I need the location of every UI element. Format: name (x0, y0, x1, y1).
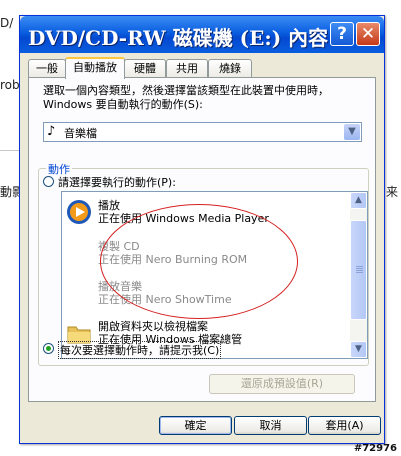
title-bar[interactable]: DVD/CD-RW 磁碟機 (E:) 內容 ? ✕ (20, 16, 384, 53)
properties-dialog: DVD/CD-RW 磁碟機 (E:) 內容 ? ✕ 一般 自動播放 硬體 共用 … (19, 15, 385, 444)
scroll-up-button[interactable]: ▲ (350, 192, 367, 209)
prompt-each-time-radio[interactable] (43, 343, 54, 354)
select-action-label: 請選擇要執行的動作(P): (58, 176, 176, 189)
prompt-each-time-label: 每次要選擇動作時，請提示我(C) (58, 341, 222, 359)
action-title: 開啟資料夾以檢視檔案 (98, 320, 208, 333)
tab-hardware[interactable]: 硬體 (124, 59, 166, 77)
select-action-radio[interactable] (43, 176, 54, 187)
music-file-icon: ♪ (47, 124, 56, 139)
close-button[interactable]: ✕ (356, 22, 380, 46)
action-title: 播放 (98, 199, 120, 212)
prompt-line: 選取一個內容類型，然後選擇當該類型在此裝置中使用時， (43, 84, 329, 97)
vertical-scrollbar[interactable]: ▲ ▼ (350, 192, 367, 358)
prompt-line: Windows 要自動執行的動作(S): (43, 98, 203, 111)
apply-button[interactable]: 套用(A) (308, 416, 381, 435)
background-text: D/ (0, 16, 14, 30)
tab-autoplay[interactable]: 自動播放 (65, 57, 125, 79)
cancel-button[interactable]: 取消 (234, 416, 307, 435)
content-type-value: 音樂檔 (64, 127, 97, 140)
background-text: rob (0, 78, 20, 92)
tab-sharing[interactable]: 共用 (166, 59, 208, 77)
scrollbar-thumb[interactable] (350, 220, 367, 320)
scroll-down-button[interactable]: ▼ (350, 341, 367, 358)
tab-recording[interactable]: 燒錄 (208, 59, 252, 77)
ok-button[interactable]: 確定 (159, 416, 232, 435)
chevron-down-icon[interactable]: ▼ (344, 124, 360, 140)
help-button[interactable]: ? (330, 22, 354, 46)
restore-defaults-button[interactable]: 還原成預設值(R) (209, 374, 355, 394)
content-type-prompt: 選取一個內容類型，然後選擇當該類型在此裝置中使用時， Windows 要自動執行… (43, 84, 363, 112)
windows-media-player-icon (67, 200, 91, 224)
grip-icon (356, 266, 363, 267)
annotation-ellipse (100, 204, 298, 319)
watermark-text: #72976 (353, 443, 397, 454)
content-type-select[interactable]: ♪ 音樂檔 ▼ (43, 122, 362, 142)
dialog-title: DVD/CD-RW 磁碟機 (E:) 內容 (28, 26, 329, 50)
background-text: 来 (386, 185, 399, 199)
tab-general[interactable]: 一般 (28, 59, 66, 77)
